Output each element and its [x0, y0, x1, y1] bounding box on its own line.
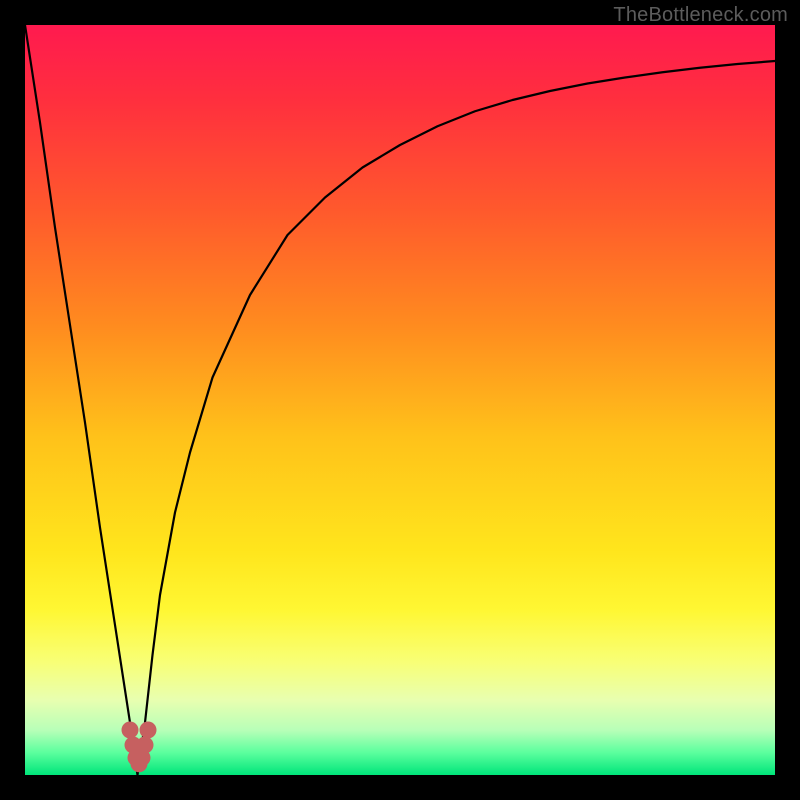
optimal-marker-dot: [140, 722, 157, 739]
optimal-marker-dot: [137, 737, 154, 754]
watermark-text: TheBottleneck.com: [613, 4, 788, 27]
chart-frame: TheBottleneck.com: [0, 0, 800, 800]
plot-area: [25, 25, 775, 775]
chart-overlay: [25, 25, 775, 775]
optimal-marker-cluster: [122, 722, 157, 773]
optimal-marker-dot: [122, 722, 139, 739]
bottleneck-curve: [25, 25, 775, 775]
